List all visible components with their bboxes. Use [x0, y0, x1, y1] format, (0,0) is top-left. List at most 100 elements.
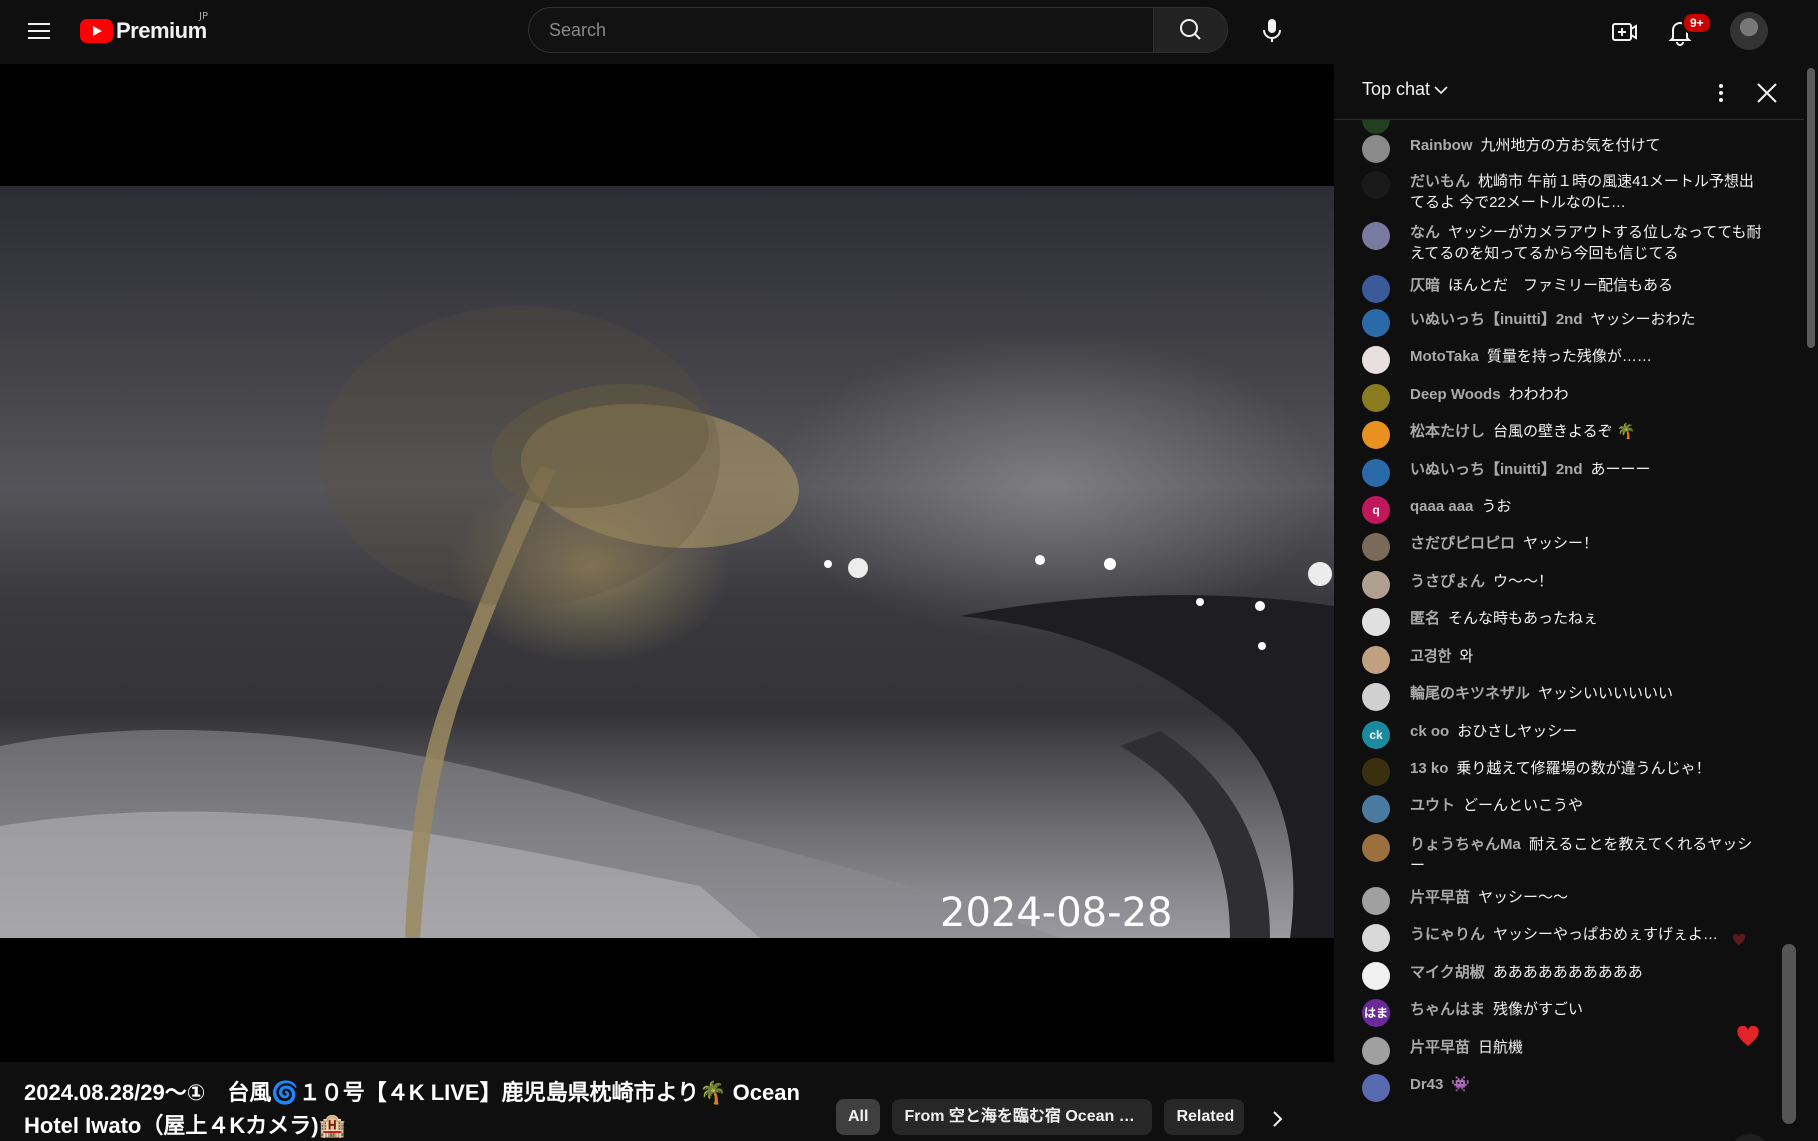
chat-avatar[interactable]: ck: [1362, 721, 1390, 749]
chat-avatar[interactable]: [1362, 222, 1390, 250]
chat-avatar[interactable]: [1362, 421, 1390, 449]
chat-avatar[interactable]: [1362, 346, 1390, 374]
chat-message-body: 仄暗 ほんとだ ファミリー配信もある: [1410, 275, 1673, 296]
heart-icon: [1732, 934, 1746, 946]
chat-text: うお: [1481, 498, 1512, 515]
chevron-right-icon: [1273, 1111, 1283, 1127]
chat-avatar[interactable]: [1362, 683, 1390, 711]
chat-text: ウ〜〜！: [1493, 573, 1554, 590]
voice-search-button[interactable]: [1252, 10, 1292, 50]
video-player[interactable]: 2024-08-28 23:32:19: [0, 64, 1334, 1062]
chat-author[interactable]: qaaa aaa: [1410, 498, 1473, 515]
chat-avatar[interactable]: [1362, 135, 1390, 163]
chat-more-button[interactable]: [1706, 78, 1736, 108]
chat-message: 輪尾のキツネザル ヤッシいいいいいい: [1362, 683, 1762, 711]
chips-next-button[interactable]: [1260, 1102, 1294, 1136]
chat-author[interactable]: MotoTaka: [1410, 348, 1479, 365]
chat-author[interactable]: うにゃりん: [1410, 926, 1485, 943]
chat-author[interactable]: さだぴピロピロ: [1410, 535, 1515, 552]
chat-avatar[interactable]: [1362, 1074, 1390, 1102]
chip-from-channel[interactable]: From 空と海を臨む宿 Ocean …: [892, 1099, 1153, 1135]
chat-avatar[interactable]: [1362, 834, 1390, 862]
chat-author[interactable]: 輪尾のキツネザル: [1410, 685, 1530, 702]
chat-message: 片平早苗 日航機: [1362, 1037, 1762, 1065]
chat-message: さだぴピロピロ ヤッシー！: [1362, 533, 1762, 561]
chat-text: そんな時もあったねぇ: [1448, 610, 1599, 627]
chat-message: q qaaa aaa うお: [1362, 496, 1762, 524]
chat-avatar[interactable]: [1362, 1037, 1390, 1065]
page-scrollbar[interactable]: [1804, 64, 1818, 1141]
logo-text: Premium: [116, 18, 207, 43]
video-timestamp: 2024-08-28 23:32:19: [940, 890, 1173, 938]
chat-author[interactable]: ちゃんはま: [1410, 1001, 1485, 1018]
chat-mode-selector[interactable]: Top chat: [1362, 79, 1452, 100]
youtube-logo[interactable]: Premium: [80, 16, 207, 46]
chip-all[interactable]: All: [836, 1099, 881, 1135]
create-button[interactable]: [1604, 12, 1644, 52]
chat-message-body: ユウト どーんといこうや: [1410, 795, 1583, 816]
chat-author[interactable]: ユウト: [1410, 797, 1455, 814]
chat-avatar[interactable]: [1362, 309, 1390, 337]
account-avatar[interactable]: [1730, 12, 1768, 50]
masthead: Premium JP 9+: [0, 0, 1818, 64]
chat-avatar[interactable]: [1362, 459, 1390, 487]
chat-avatar[interactable]: q: [1362, 496, 1390, 524]
chat-avatar[interactable]: [1362, 275, 1390, 303]
chat-avatar[interactable]: [1362, 758, 1390, 786]
chat-author[interactable]: マイク胡椒: [1410, 964, 1485, 981]
page-scrollbar-thumb[interactable]: [1807, 68, 1815, 348]
chat-avatar[interactable]: [1362, 608, 1390, 636]
chat-avatar[interactable]: [1362, 646, 1390, 674]
chat-message-body: 松本たけし 台風の壁きよるぞ 🌴: [1410, 421, 1635, 442]
chat-author[interactable]: ck oo: [1410, 723, 1449, 740]
chat-avatar[interactable]: [1362, 533, 1390, 561]
chat-scrollbar[interactable]: [1782, 944, 1796, 1124]
chat-avatar[interactable]: [1362, 384, 1390, 412]
chat-author[interactable]: Rainbow: [1410, 137, 1473, 154]
chat-author[interactable]: いぬいっち【inuitti】2nd: [1410, 461, 1583, 478]
chat-message-body: ck oo おひさしヤッシー: [1410, 721, 1577, 742]
chat-text: ヤッシーおわた: [1590, 311, 1696, 328]
chat-mode-label: Top chat: [1362, 79, 1431, 99]
chip-related[interactable]: Related: [1164, 1099, 1245, 1135]
chat-message: Rainbow 九州地方の方お気を付けて: [1362, 135, 1762, 163]
chat-author[interactable]: 仄暗: [1410, 277, 1440, 294]
chat-message-body: qaaa aaa うお: [1410, 496, 1511, 517]
menu-icon[interactable]: [22, 14, 56, 48]
chat-author[interactable]: 松本たけし: [1410, 423, 1485, 440]
chat-message-body: MotoTaka 質量を持った残像が……: [1410, 346, 1652, 367]
chat-author[interactable]: いぬいっち【inuitti】2nd: [1410, 311, 1583, 328]
chat-avatar[interactable]: [1362, 887, 1390, 915]
chat-author[interactable]: だいもん: [1410, 173, 1470, 190]
chat-author[interactable]: りょうちゃんMa: [1410, 836, 1521, 853]
chat-close-button[interactable]: [1752, 78, 1782, 108]
chat-author[interactable]: Deep Woods: [1410, 386, 1501, 403]
chat-author[interactable]: 匿名: [1410, 610, 1440, 627]
chat-avatar[interactable]: はま: [1362, 999, 1390, 1027]
chat-author[interactable]: なん: [1410, 224, 1440, 241]
chat-message: マイク胡椒 ああああああああああ: [1362, 962, 1762, 990]
reaction-button[interactable]: [1730, 1134, 1770, 1141]
chat-message: ck ck oo おひさしヤッシー: [1362, 721, 1762, 749]
chat-text: わわわわ: [1508, 386, 1569, 403]
chat-message: りょうちゃんMa 耐えることを教えてくれるヤッシー: [1362, 834, 1762, 876]
chat-avatar[interactable]: [1362, 171, 1390, 199]
chat-author[interactable]: 片平早苗: [1410, 1039, 1470, 1056]
chat-message: だいもん 枕崎市 午前１時の風速41メートル予想出てるよ 今で22メートルなのに…: [1362, 171, 1762, 213]
chat-avatar[interactable]: [1362, 962, 1390, 990]
search-button[interactable]: [1153, 8, 1227, 52]
chat-text: 와: [1459, 648, 1474, 665]
chat-author[interactable]: Dr43: [1410, 1076, 1443, 1093]
chat-avatar[interactable]: [1362, 795, 1390, 823]
search-input[interactable]: [529, 8, 1155, 52]
chat-avatar[interactable]: [1362, 571, 1390, 599]
chat-avatar[interactable]: [1362, 924, 1390, 952]
chevron-down-icon: [1434, 85, 1448, 94]
chat-author[interactable]: 고경한: [1410, 648, 1451, 665]
chat-author[interactable]: 片平早苗: [1410, 889, 1470, 906]
chat-message: はま ちゃんはま 残像がすごい: [1362, 999, 1762, 1027]
chat-message-body: さだぴピロピロ ヤッシー！: [1410, 533, 1598, 554]
related-chips: All From 空と海を臨む宿 Ocean … Related: [836, 1099, 1245, 1135]
chat-author[interactable]: うさぴょん: [1410, 573, 1485, 590]
chat-author[interactable]: 13 ko: [1410, 760, 1448, 777]
